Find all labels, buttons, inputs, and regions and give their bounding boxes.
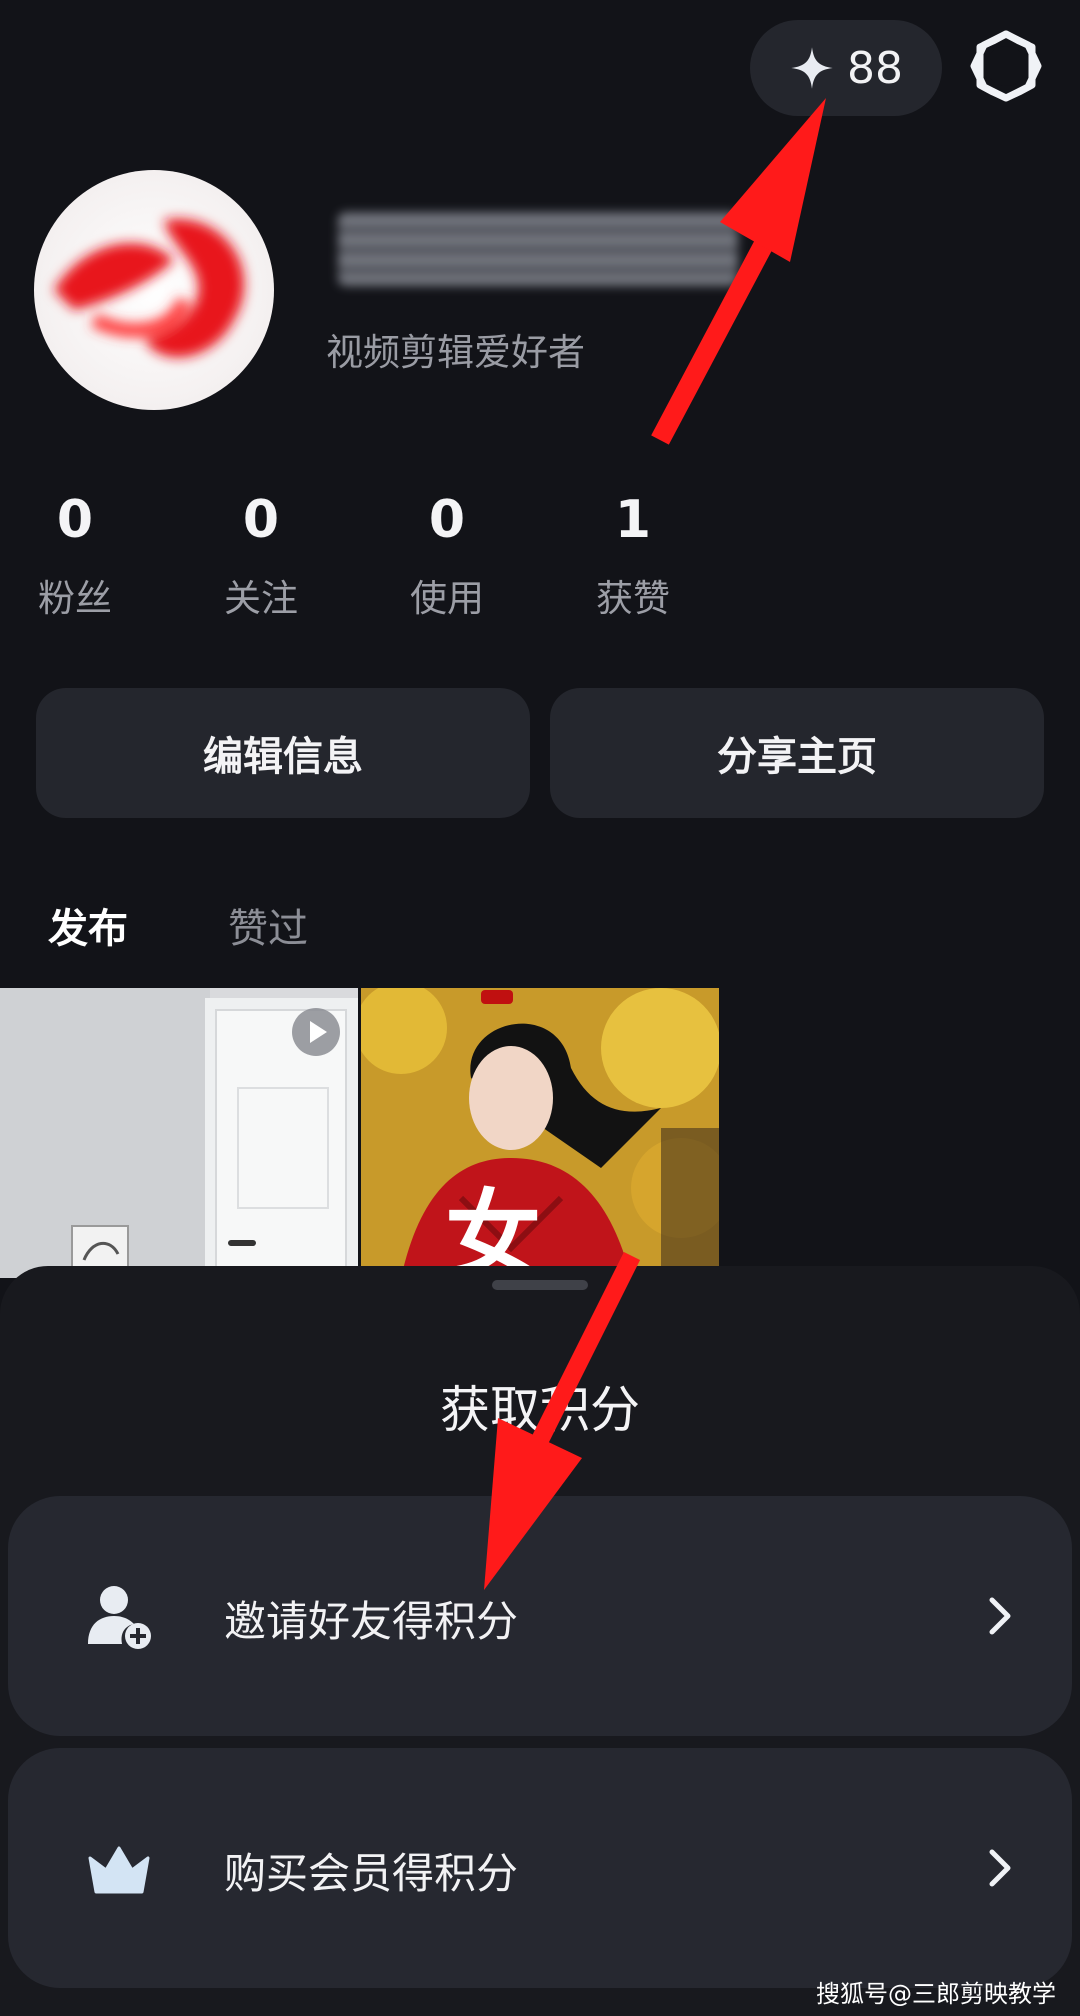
username-redacted <box>338 212 738 286</box>
stat-label: 获赞 <box>596 577 670 620</box>
option-label: 购买会员得积分 <box>224 1849 519 1898</box>
stat-value: 1 <box>614 490 652 550</box>
tab-published[interactable]: 发布 <box>48 896 128 954</box>
sparkle-icon <box>791 47 833 89</box>
stat-following[interactable]: 0 关注 <box>186 494 336 622</box>
add-user-icon <box>88 1586 151 1649</box>
stat-label: 使用 <box>410 577 484 620</box>
play-icon <box>292 1008 340 1056</box>
stat-label: 粉丝 <box>38 577 112 620</box>
points-badge[interactable]: 88 <box>750 20 942 116</box>
invite-friends-option[interactable]: 邀请好友得积分 <box>8 1496 1072 1736</box>
sheet-title: 获取积分 <box>440 1381 640 1439</box>
red-dress-woman-thumbnail[interactable]: 女 <box>361 988 719 1278</box>
buy-membership-option[interactable]: 购买会员得积分 <box>8 1748 1072 1988</box>
option-label: 邀请好友得积分 <box>224 1597 519 1646</box>
avatar[interactable] <box>34 170 274 410</box>
thumbnail-overlay-text: 女 <box>445 1179 541 1279</box>
room-door-thumbnail[interactable] <box>0 988 358 1278</box>
chevron-right-icon <box>989 1597 1011 1635</box>
watermark: 搜狐号@三郎剪映教学 <box>816 1980 1056 2008</box>
stat-likes[interactable]: 1 获赞 <box>558 494 708 622</box>
gear-icon[interactable] <box>970 30 1042 102</box>
stat-value: 0 <box>56 490 94 550</box>
share-profile-button[interactable]: 分享主页 <box>550 688 1044 818</box>
tab-liked[interactable]: 赞过 <box>228 896 308 954</box>
sheet-drag-handle[interactable] <box>492 1280 588 1290</box>
stat-value: 0 <box>428 490 466 550</box>
crown-icon <box>88 1846 150 1894</box>
chevron-right-icon <box>989 1849 1011 1887</box>
stat-value: 0 <box>242 490 280 550</box>
points-value: 88 <box>847 42 903 94</box>
edit-profile-button[interactable]: 编辑信息 <box>36 688 530 818</box>
stat-label: 关注 <box>224 577 298 620</box>
stat-uses[interactable]: 0 使用 <box>372 494 522 622</box>
stat-followers[interactable]: 0 粉丝 <box>0 494 150 622</box>
profile-bio: 视频剪辑爱好者 <box>326 331 585 374</box>
